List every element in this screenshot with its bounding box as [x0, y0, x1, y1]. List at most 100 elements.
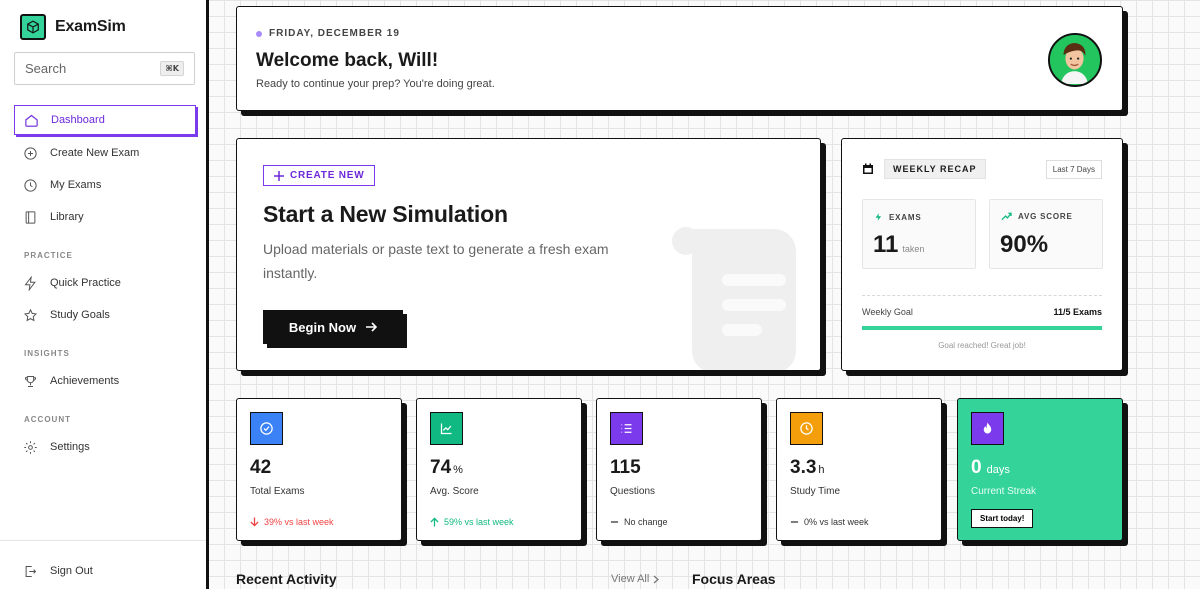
stat-label: Study Time [790, 486, 841, 497]
date-row: FRIDAY, DECEMBER 19 [256, 28, 400, 39]
view-all-link[interactable]: View All [611, 573, 660, 585]
stat-card-questions[interactable]: 115 Questions No change [596, 398, 762, 541]
dash-icon [790, 521, 799, 523]
sidebar-item-create-new-exam[interactable]: Create New Exam [14, 138, 196, 168]
stat-label: Questions [610, 486, 656, 497]
recap-header: WEEKLY RECAP [862, 159, 986, 179]
dash-icon [610, 521, 619, 523]
recap-range-select[interactable]: Last 7 Days [1045, 160, 1102, 179]
sidebar-item-study-goals[interactable]: Study Goals [14, 300, 196, 330]
sign-out-icon [25, 565, 37, 577]
calendar-icon [863, 163, 873, 174]
weekly-goal-value: 11/5 Exams [1053, 307, 1102, 317]
recap-exams-unit: taken [902, 244, 925, 254]
stat-value: 42 [250, 457, 272, 478]
arrow-right-icon [366, 322, 378, 332]
gear-icon [24, 440, 37, 454]
sidebar-item-label: Create New Exam [50, 147, 140, 159]
user-avatar-image [1050, 35, 1099, 84]
begin-now-button[interactable]: Begin Now [263, 310, 403, 344]
trophy-icon [25, 375, 36, 387]
stat-label: Total Exams [250, 486, 305, 497]
home-icon [25, 114, 38, 127]
stat-trend: 0% vs last week [790, 517, 869, 527]
flame-icon [971, 412, 1004, 445]
cube-logo-icon [20, 14, 46, 40]
arrow-down-icon [250, 517, 259, 527]
weekly-goal-label: Weekly Goal [862, 307, 913, 317]
sidebar-item-library[interactable]: Library [14, 202, 196, 232]
weekly-recap-card: WEEKLY RECAP Last 7 Days EXAMS 11 taken A… [841, 138, 1123, 371]
sidebar-item-settings[interactable]: Settings [14, 432, 196, 462]
streak-unit: days [986, 464, 1010, 476]
stat-value: 3.3 [790, 457, 817, 478]
stat-card-total-exams[interactable]: 42 Total Exams 39% vs last week [236, 398, 402, 541]
streak-label: Current Streak [971, 486, 1037, 497]
stat-trend-text: 0% vs last week [804, 517, 869, 527]
star-icon [23, 308, 38, 321]
recent-activity-title: Recent Activity [236, 571, 337, 587]
chevron-right-icon [653, 575, 660, 583]
stat-trend-text: 59% vs last week [444, 517, 514, 527]
stat-label: Avg. Score [430, 486, 479, 497]
clock-icon [24, 178, 37, 192]
stat-trend: No change [610, 517, 668, 527]
recap-exams-label-row: EXAMS [874, 212, 921, 222]
streak-value: 0 [971, 457, 982, 478]
sign-out-label: Sign Out [50, 565, 93, 577]
recap-exams-label: EXAMS [889, 212, 922, 222]
weekly-goal-progress [862, 326, 1102, 330]
search-input[interactable]: Search ⌘K [14, 52, 195, 85]
search-placeholder: Search [25, 61, 67, 76]
recap-score-label-row: AVG SCORE [1001, 212, 1073, 221]
sidebar-item-dashboard[interactable]: Dashboard [14, 105, 196, 135]
avatar[interactable] [1048, 33, 1102, 87]
sign-out-button[interactable]: Sign Out [14, 556, 196, 586]
sidebar: ExamSim Search ⌘K Dashboard Create New E… [0, 0, 209, 589]
stat-value-row: 74% [430, 457, 463, 479]
recap-score-box: AVG SCORE 90% [989, 199, 1103, 269]
sidebar-item-label: Study Goals [50, 309, 110, 321]
recap-exams-box: EXAMS 11 taken [862, 199, 976, 269]
brand[interactable]: ExamSim [20, 14, 126, 40]
stat-trend-text: No change [624, 517, 668, 527]
arrow-up-icon [430, 517, 439, 527]
hero-title: Start a New Simulation [263, 201, 508, 227]
scroll-document-icon [672, 227, 796, 370]
weekly-goal-progress-fill [862, 326, 1102, 330]
stat-card-avg-score[interactable]: 74% Avg. Score 59% vs last week [416, 398, 582, 541]
recap-divider [862, 295, 1102, 296]
nav-section-insights: INSIGHTS [24, 349, 70, 358]
create-new-label: CREATE NEW [290, 170, 365, 181]
welcome-title: Welcome back, Will! [256, 50, 439, 71]
create-simulation-card: CREATE NEW Start a New Simulation Upload… [236, 138, 821, 371]
stat-unit: h [818, 464, 825, 476]
stat-value-row: 42 [250, 457, 273, 479]
recap-exams-value: 11 [873, 231, 899, 258]
stat-card-current-streak[interactable]: 0 days Current Streak Start today! [957, 398, 1123, 541]
chart-line-icon [430, 412, 463, 445]
recap-score-label: AVG SCORE [1018, 212, 1073, 221]
check-circle-icon [250, 412, 283, 445]
sidebar-item-label: Dashboard [51, 114, 105, 126]
sidebar-item-label: Achievements [50, 375, 120, 387]
bolt-icon [875, 213, 882, 221]
sidebar-item-my-exams[interactable]: My Exams [14, 170, 196, 200]
begin-now-label: Begin Now [288, 319, 357, 335]
sidebar-item-achievements[interactable]: Achievements [14, 366, 196, 396]
plus-icon [274, 170, 284, 181]
stat-unit: % [453, 464, 463, 476]
welcome-card: FRIDAY, DECEMBER 19 Welcome back, Will! … [236, 6, 1123, 111]
recap-score-value: 90% [1000, 231, 1049, 258]
stat-value-row: 0 days [971, 457, 1010, 479]
search-shortcut: ⌘K [160, 61, 184, 76]
start-today-button[interactable]: Start today! [971, 509, 1034, 528]
stat-value: 115 [610, 457, 641, 478]
stat-card-study-time[interactable]: 3.3 h Study Time 0% vs last week [776, 398, 942, 541]
nav-section-practice: PRACTICE [24, 251, 73, 260]
stat-trend: 59% vs last week [430, 517, 514, 527]
create-new-tag[interactable]: CREATE NEW [263, 165, 376, 186]
sidebar-item-quick-practice[interactable]: Quick Practice [14, 268, 196, 298]
weekly-goal-row: Weekly Goal 11/5 Exams [862, 307, 1102, 317]
welcome-subtitle: Ready to continue your prep? You're doin… [256, 78, 495, 90]
